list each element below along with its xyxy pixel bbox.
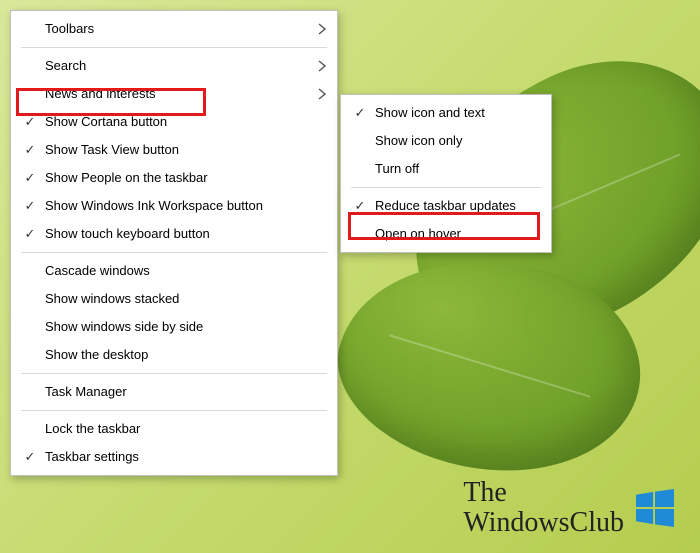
menu-item-label: Cascade windows (45, 263, 150, 278)
menu-show-windows-stacked[interactable]: Show windows stacked (11, 285, 337, 313)
menu-news-and-interests[interactable]: News and interests (11, 80, 337, 108)
menu-item-label: Show Cortana button (45, 114, 167, 129)
menu-taskbar-settings[interactable]: ✓ Taskbar settings (11, 443, 337, 471)
menu-item-label: Open on hover (375, 226, 461, 241)
menu-cascade-windows[interactable]: Cascade windows (11, 257, 337, 285)
menu-item-label: Show the desktop (45, 347, 148, 362)
menu-item-label: Search (45, 58, 86, 73)
news-and-interests-submenu: ✓ Show icon and text Show icon only Turn of… (340, 94, 552, 253)
menu-search[interactable]: Search (11, 52, 337, 80)
menu-lock-the-taskbar[interactable]: Lock the taskbar (11, 415, 337, 443)
chevron-right-icon (315, 52, 329, 80)
menu-item-label: Show Task View button (45, 142, 179, 157)
checkmark-icon: ✓ (21, 443, 39, 471)
menu-separator (21, 410, 327, 411)
menu-item-label: Show windows stacked (45, 291, 179, 306)
submenu-reduce-taskbar-updates[interactable]: ✓ Reduce taskbar updates (341, 192, 551, 220)
checkmark-icon (21, 52, 39, 80)
checkmark-icon (351, 127, 369, 155)
menu-item-label: Show windows side by side (45, 319, 203, 334)
chevron-right-icon (315, 80, 329, 108)
menu-item-label: Reduce taskbar updates (375, 198, 516, 213)
checkmark-icon: ✓ (351, 192, 369, 220)
checkmark-icon: ✓ (351, 99, 369, 127)
submenu-open-on-hover[interactable]: Open on hover (341, 220, 551, 248)
menu-item-label: Show icon and text (375, 105, 485, 120)
submenu-show-icon-only[interactable]: Show icon only (341, 127, 551, 155)
checkmark-icon: ✓ (21, 108, 39, 136)
menu-separator (21, 47, 327, 48)
checkmark-icon (21, 15, 39, 43)
checkmark-icon (351, 155, 369, 183)
submenu-turn-off[interactable]: Turn off (341, 155, 551, 183)
watermark-line1: The (463, 478, 624, 507)
menu-item-label: Show Windows Ink Workspace button (45, 198, 263, 213)
menu-show-task-view-button[interactable]: ✓ Show Task View button (11, 136, 337, 164)
menu-separator (21, 252, 327, 253)
menu-show-people-on-the-taskbar[interactable]: ✓ Show People on the taskbar (11, 164, 337, 192)
checkmark-icon (351, 220, 369, 248)
menu-show-windows-ink-workspace-button[interactable]: ✓ Show Windows Ink Workspace button (11, 192, 337, 220)
menu-item-label: Lock the taskbar (45, 421, 140, 436)
menu-task-manager[interactable]: Task Manager (11, 378, 337, 406)
checkmark-icon: ✓ (21, 192, 39, 220)
checkmark-icon (21, 257, 39, 285)
watermark-line2: WindowsClub (463, 508, 624, 537)
menu-item-label: News and interests (45, 86, 156, 101)
watermark: The WindowsClub (463, 478, 674, 537)
menu-item-label: Task Manager (45, 384, 127, 399)
submenu-show-icon-and-text[interactable]: ✓ Show icon and text (341, 99, 551, 127)
checkmark-icon (21, 378, 39, 406)
menu-item-label: Toolbars (45, 21, 94, 36)
checkmark-icon: ✓ (21, 220, 39, 248)
menu-show-touch-keyboard-button[interactable]: ✓ Show touch keyboard button (11, 220, 337, 248)
menu-item-label: Show touch keyboard button (45, 226, 210, 241)
menu-item-label: Turn off (375, 161, 419, 176)
menu-item-label: Show icon only (375, 133, 462, 148)
menu-separator (21, 373, 327, 374)
menu-show-the-desktop[interactable]: Show the desktop (11, 341, 337, 369)
chevron-right-icon (315, 15, 329, 43)
checkmark-icon (21, 341, 39, 369)
menu-show-windows-side-by-side[interactable]: Show windows side by side (11, 313, 337, 341)
checkmark-icon (21, 80, 39, 108)
windows-logo-icon (636, 489, 674, 527)
taskbar-context-menu: Toolbars Search News and interests ✓ Show Co… (10, 10, 338, 476)
checkmark-icon: ✓ (21, 136, 39, 164)
menu-show-cortana-button[interactable]: ✓ Show Cortana button (11, 108, 337, 136)
menu-item-label: Show People on the taskbar (45, 170, 208, 185)
checkmark-icon (21, 285, 39, 313)
checkmark-icon (21, 313, 39, 341)
watermark-text: The WindowsClub (463, 478, 624, 537)
menu-item-label: Taskbar settings (45, 449, 139, 464)
menu-separator (351, 187, 541, 188)
checkmark-icon (21, 415, 39, 443)
checkmark-icon: ✓ (21, 164, 39, 192)
menu-toolbars[interactable]: Toolbars (11, 15, 337, 43)
